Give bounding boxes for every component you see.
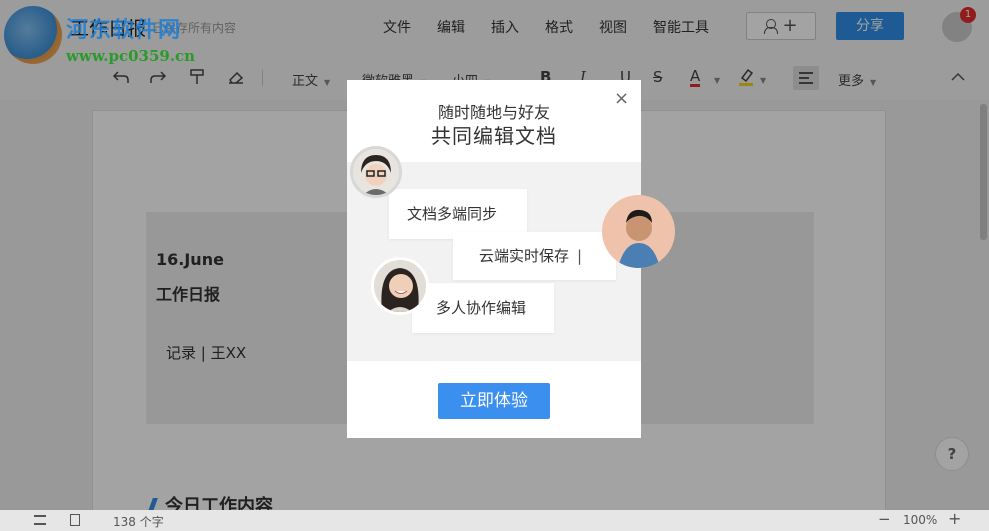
status-bar: 138 个字 − 100% + [0,509,989,531]
zoom-in-button[interactable]: + [948,509,961,528]
outline-icon[interactable] [34,515,46,525]
watermark-site-name: 河东软件网 [66,18,182,43]
avatar-woman-smiling [371,257,429,315]
try-now-button[interactable]: 立即体验 [438,383,550,419]
feature-bubble-cloud-save: 云端实时保存 | [453,232,616,280]
feature-bubble-collaborate: 多人协作编辑 [412,283,554,333]
text-cursor-icon: | [577,247,583,265]
zoom-level[interactable]: 100% [903,513,937,527]
word-count: 138 个字 [113,515,164,529]
zoom-out-button[interactable]: − [878,510,891,528]
document-icon[interactable] [70,514,80,526]
avatar-woman-glasses [350,146,402,198]
avatar-man [602,195,675,268]
watermark-url: www.pc0359.cn [66,47,196,65]
collaboration-promo-dialog: × 随时随地与好友 共同编辑文档 文档多端同步 云端实时保存 | 多人协作编辑 立… [347,80,675,438]
promo-title: 共同编辑文档 [431,124,557,148]
